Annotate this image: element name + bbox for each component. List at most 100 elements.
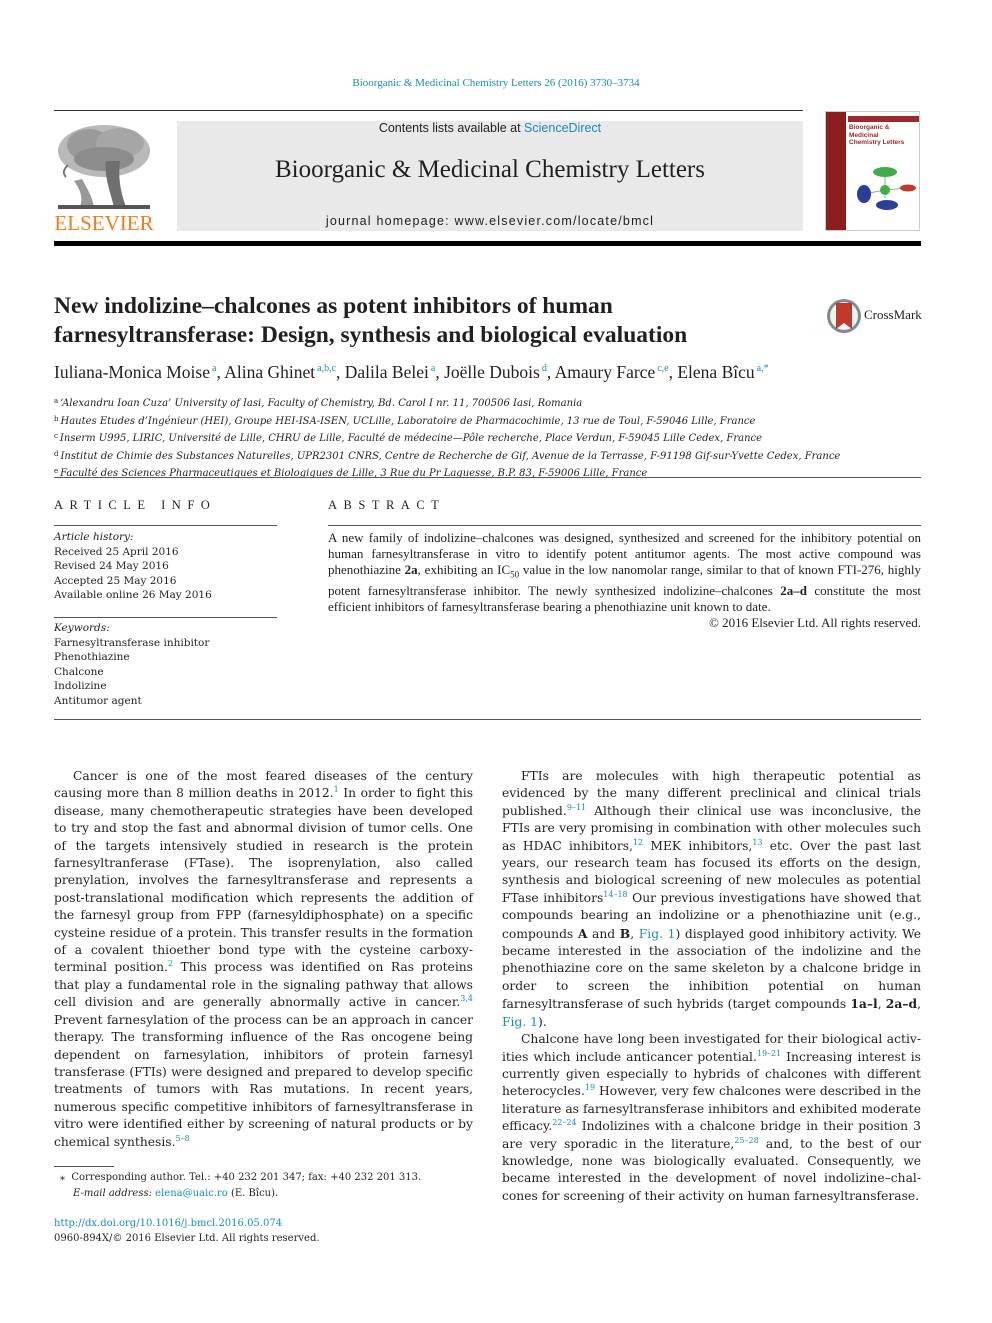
footnote-marker: ⁎ bbox=[60, 1172, 65, 1183]
cover-spine bbox=[826, 112, 846, 230]
affiliation-key: a bbox=[54, 397, 59, 405]
body-column-right: FTIs are molecules with high therapeutic… bbox=[502, 768, 921, 1205]
abstract-heading: ABSTRACT bbox=[328, 498, 446, 512]
author-affiliation-marker[interactable]: d bbox=[542, 363, 547, 374]
footnote-rule bbox=[54, 1166, 114, 1167]
keyword: Indolizine bbox=[54, 680, 107, 692]
keyword: Phenothiazine bbox=[54, 651, 130, 663]
affiliation-text: Hautes Etudes d’Ingénieur (HEI), Groupe … bbox=[60, 415, 756, 427]
affiliation: c Inserm U995, LIRIC, Université de Lille… bbox=[54, 429, 924, 447]
affiliation: b Hautes Etudes d’Ingénieur (HEI), Groupe… bbox=[54, 412, 924, 430]
affiliations: a ‘Alexandru Ioan Cuza’ University of Ias… bbox=[54, 394, 924, 482]
abstract-rule bbox=[328, 525, 921, 526]
journal-homepage: journal homepage: www.elsevier.com/locat… bbox=[177, 214, 803, 228]
cover-title: Bioorganic & Medicinal Chemistry Letters bbox=[849, 124, 919, 147]
affiliation: a ‘Alexandru Ioan Cuza’ University of Ias… bbox=[54, 394, 924, 412]
citation-link[interactable]: 5–8 bbox=[176, 1134, 190, 1143]
sciencedirect-link[interactable]: ScienceDirect bbox=[524, 121, 601, 135]
front-matter-bottom-rule bbox=[54, 719, 921, 720]
journal-banner: Contents lists available at ScienceDirec… bbox=[177, 121, 803, 231]
issn-copyright: 0960-894X/© 2016 Elsevier Ltd. All right… bbox=[54, 1233, 320, 1244]
author[interactable]: Amaury Farce c,e bbox=[555, 362, 669, 382]
keywords-rule bbox=[54, 617, 277, 618]
history-online: Available online 26 May 2016 bbox=[54, 589, 212, 601]
abstract-text: A new family of indolizine–chalcones was… bbox=[328, 530, 921, 614]
citation-link[interactable]: 19 bbox=[585, 1083, 595, 1092]
author-affiliation-marker[interactable]: a bbox=[212, 363, 216, 374]
paragraph: FTIs are molecules with high therapeutic… bbox=[502, 769, 922, 1029]
affiliation-key: c bbox=[54, 432, 58, 441]
email-link[interactable]: elena@uaic.ro bbox=[155, 1188, 228, 1199]
citation-link[interactable]: 3,4 bbox=[460, 994, 473, 1003]
citation-link[interactable]: 13 bbox=[752, 838, 762, 847]
header-thick-rule bbox=[54, 241, 921, 246]
email-suffix: (E. Bîcu). bbox=[227, 1188, 279, 1199]
cover-artwork-icon bbox=[857, 167, 916, 210]
citation-link[interactable]: 9–11 bbox=[567, 803, 586, 812]
affiliations-divider bbox=[54, 477, 921, 478]
compound-ref: B bbox=[619, 925, 631, 941]
author[interactable]: Dalila Belei a bbox=[345, 362, 436, 382]
author[interactable]: Alina Ghinet a,b,c bbox=[224, 362, 336, 382]
affiliation: d Institut de Chimie des Substances Natur… bbox=[54, 447, 924, 465]
figure-link[interactable]: Fig. 1 bbox=[639, 927, 676, 941]
compound-ref: A bbox=[577, 925, 588, 941]
citation-link[interactable]: 14–18 bbox=[603, 890, 627, 899]
author-affiliation-marker[interactable]: a,* bbox=[757, 363, 769, 374]
abstract-body: A new family of indolizine–chalcones was… bbox=[328, 530, 921, 631]
citation-link[interactable]: 12 bbox=[633, 838, 643, 847]
figure-link[interactable]: Fig. 1 bbox=[502, 1015, 538, 1029]
footnote-email-line: E-mail address: elena@uaic.ro (E. Bîcu). bbox=[60, 1186, 480, 1202]
crossmark-button[interactable]: CrossMark bbox=[826, 297, 926, 335]
running-header-citation[interactable]: Bioorganic & Medicinal Chemistry Letters… bbox=[0, 77, 992, 89]
elsevier-wordmark: ELSEVIER bbox=[54, 211, 154, 235]
citation-link[interactable]: 19–21 bbox=[757, 1049, 781, 1058]
crossmark-icon bbox=[827, 299, 861, 333]
cover-top-bar bbox=[848, 116, 919, 122]
citation-link[interactable]: 25–28 bbox=[734, 1136, 758, 1145]
compound-ref: 2a–d bbox=[885, 996, 918, 1012]
crossmark-label: CrossMark bbox=[864, 307, 922, 322]
cover-title-line1: Bioorganic & Medicinal bbox=[849, 124, 890, 139]
article-title-line2: farnesyltransferase: Design, synthesis a… bbox=[54, 322, 688, 348]
author-affiliation-marker[interactable]: a bbox=[431, 363, 435, 374]
footnote-contact: Corresponding author. Tel.: +40 232 201 … bbox=[71, 1172, 422, 1183]
compound-ref: 2a–d bbox=[780, 582, 807, 598]
author-affiliation-marker[interactable]: c,e bbox=[657, 363, 668, 374]
homepage-link[interactable]: www.elsevier.com/locate/bmcl bbox=[454, 214, 654, 228]
compound-ref: 1a–l bbox=[850, 996, 878, 1012]
affiliation-text: ‘Alexandru Ioan Cuza’ University of Iasi… bbox=[60, 398, 583, 409]
author[interactable]: Iuliana-Monica Moise a bbox=[54, 362, 216, 382]
affiliation-text: Institut de Chimie des Substances Nature… bbox=[60, 450, 841, 462]
history-received: Received 25 April 2016 bbox=[54, 545, 179, 558]
author[interactable]: Joëlle Dubois d bbox=[444, 362, 547, 382]
citation-link[interactable]: 22–24 bbox=[552, 1118, 576, 1127]
email-label: E-mail address: bbox=[73, 1188, 156, 1199]
corresponding-author-footnote: ⁎ Corresponding author. Tel.: +40 232 20… bbox=[60, 1170, 480, 1202]
author-affiliation-marker[interactable]: a,b,c bbox=[317, 363, 336, 374]
paragraph: Cancer is one of the most feared disease… bbox=[54, 769, 474, 1149]
keywords: Keywords: Farnesyltransferase inhibitor … bbox=[54, 621, 284, 708]
article-title-line1: New indolizine–chalcones as potent inhib… bbox=[54, 293, 613, 319]
author[interactable]: Elena Bîcu a,* bbox=[677, 362, 768, 382]
abstract-copyright: © 2016 Elsevier Ltd. All rights reserved… bbox=[708, 614, 921, 630]
compound-ref: 2a bbox=[404, 562, 418, 577]
elsevier-logo[interactable]: ELSEVIER bbox=[54, 121, 154, 236]
cover-title-line2: Chemistry Letters bbox=[849, 139, 905, 146]
author-list: Iuliana-Monica Moise a, Alina Ghinet a,b,c… bbox=[54, 362, 769, 382]
affiliation-key: e bbox=[54, 467, 59, 476]
contents-prefix: Contents lists available at bbox=[378, 121, 525, 135]
history-accepted: Accepted 25 May 2016 bbox=[54, 574, 177, 587]
doi-link[interactable]: http://dx.doi.org/10.1016/j.bmcl.2016.05… bbox=[54, 1216, 474, 1231]
article-info-heading: ARTICLE INFO bbox=[54, 498, 217, 512]
journal-cover-thumbnail[interactable]: Bioorganic & Medicinal Chemistry Letters bbox=[825, 111, 920, 231]
contents-line: Contents lists available at ScienceDirec… bbox=[177, 121, 803, 135]
homepage-prefix: journal homepage: bbox=[325, 214, 455, 228]
body-column-left: Cancer is one of the most feared disease… bbox=[54, 768, 473, 1151]
affiliation-key: b bbox=[54, 414, 59, 423]
affiliation-key: d bbox=[54, 449, 59, 458]
footnote-line: ⁎ Corresponding author. Tel.: +40 232 20… bbox=[60, 1170, 480, 1186]
history-label: Article history: bbox=[54, 531, 134, 543]
article-history: Article history: Received 25 April 2016 … bbox=[54, 530, 284, 603]
keyword: Farnesyltransferase inhibitor bbox=[54, 636, 210, 649]
